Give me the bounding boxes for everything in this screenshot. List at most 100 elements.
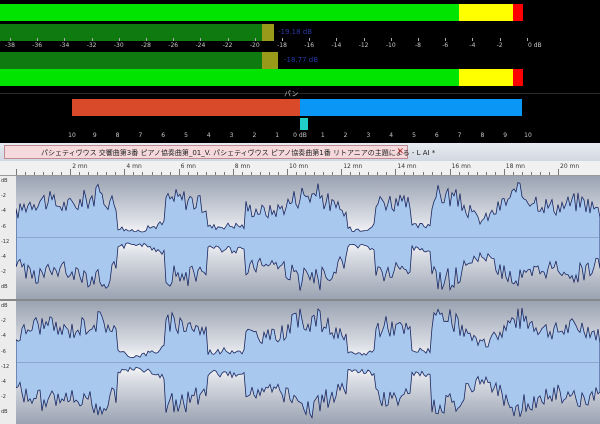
pan-tick-label: 3 <box>229 132 234 139</box>
pan-tick-label: 5 <box>184 132 188 139</box>
ruler-tick <box>25 172 27 175</box>
ruler-tick <box>440 172 442 175</box>
amplitude-label: -4 <box>1 254 6 260</box>
ruler-label: 20 mn <box>560 163 580 170</box>
level-tick-label: -14 <box>331 42 342 49</box>
pan-tick-label: 4 <box>206 132 211 139</box>
ruler-tick <box>359 172 361 175</box>
ruler-tick <box>241 172 243 175</box>
ruler-label: 6 mn <box>180 163 196 170</box>
pan-tick-label: 0 dB <box>293 132 307 139</box>
pan-tick-label: 10 <box>524 132 532 139</box>
ruler-tick <box>178 169 180 175</box>
ruler-tick <box>287 169 288 175</box>
pan-tick-label: 7 <box>138 132 143 139</box>
document-tab-bar: パシェティヴウス 交響曲第3番 ピアノ協奏曲第_01_V. パシェティヴウス ピ… <box>0 143 600 162</box>
right-channel-track[interactable]: dB -2 -4 -6 -12 -4 -2 dB <box>0 301 600 424</box>
ruler-label: 4 mn <box>126 163 142 170</box>
ruler-tick <box>422 172 424 175</box>
ruler-tick <box>413 172 415 175</box>
ruler-tick <box>196 172 198 175</box>
ruler-tick <box>214 172 216 175</box>
ruler-tick <box>476 172 478 175</box>
amplitude-label: dB <box>1 284 8 291</box>
right-level-peak-bar <box>0 69 459 86</box>
waveform-area[interactable]: dB -2 -4 -6 -12 -4 -2 dB dB -2 -4 -6 -12 -4 -2 dB <box>0 176 600 424</box>
level-meters-panel: -19.18 dB -38 -36 -34 -32 -30 -28 -26 -24 -22 -20… <box>0 0 600 143</box>
level-tick-label: -28 <box>141 42 151 49</box>
amplitude-label: -4 <box>1 333 6 340</box>
level-tick-mark <box>227 38 229 41</box>
ruler-tick <box>512 172 514 175</box>
ruler-label: 2 mn <box>72 163 88 170</box>
right-level-hold-indicator <box>262 52 278 69</box>
level-tick-mark <box>526 38 528 41</box>
level-tick-label: -26 <box>168 42 179 49</box>
level-tick-label: -4 <box>469 42 476 49</box>
pan-tick-label: 1 <box>320 132 325 139</box>
ruler-tick <box>323 172 325 175</box>
ruler-tick <box>151 172 153 175</box>
left-channel-track[interactable]: dB -2 -4 -6 -12 -4 -2 dB <box>0 176 600 299</box>
pan-tick-label: 8 <box>115 132 120 139</box>
waveform-shape <box>16 307 600 419</box>
level-tick-mark <box>254 38 256 41</box>
ruler-tick <box>458 172 460 175</box>
left-level-yellow-segment <box>459 4 513 21</box>
ruler-tick <box>449 169 451 175</box>
level-tick-mark <box>37 38 39 41</box>
level-tick-mark <box>363 38 365 41</box>
ruler-tick <box>404 172 406 175</box>
level-tick-mark <box>445 38 447 41</box>
ruler-label: 18 mn <box>505 163 525 170</box>
amplitude-label: -2 <box>1 193 6 200</box>
ruler-tick <box>494 172 496 175</box>
level-tick-label: -16 <box>304 42 315 49</box>
ruler-tick <box>296 172 298 175</box>
time-ruler[interactable]: 2 mn 4 mn 6 mn 8 mn 10 mn 12 mn 14 mn 16 mn 18 m… <box>0 161 600 176</box>
level-tick-label: -38 <box>5 42 15 49</box>
document-tab-title: パシェティヴウス 交響曲第3番 ピアノ協奏曲第_01_V. パシェティヴウス ピ… <box>41 149 436 157</box>
ruler-tick <box>88 172 90 175</box>
level-tick-mark <box>472 38 474 41</box>
pan-divider-line <box>0 93 600 94</box>
level-tick-label: -24 <box>195 42 206 49</box>
ruler-tick <box>539 172 541 175</box>
ruler-tick <box>530 172 532 175</box>
ruler-label: 10 mn <box>289 163 309 170</box>
ruler-tick <box>503 169 505 175</box>
right-level-red-segment <box>513 69 523 86</box>
level-tick-label: -6 <box>442 42 449 49</box>
level-tick-mark <box>309 38 311 41</box>
ruler-tick <box>97 172 99 175</box>
ruler-tick <box>341 169 343 175</box>
ruler-tick <box>485 172 487 175</box>
pan-tick-label: 10 <box>68 132 76 139</box>
pan-left-bar <box>72 99 300 116</box>
left-level-peak-bar <box>0 4 459 21</box>
level-tick-label: -18 <box>277 42 287 49</box>
ruler-tick <box>133 172 135 175</box>
right-db-readout: -18.77 dB <box>284 56 319 64</box>
ruler-tick <box>548 172 550 175</box>
left-level-red-segment <box>513 4 523 21</box>
amplitude-label: -4 <box>1 208 6 215</box>
ruler-tick <box>79 172 81 175</box>
ruler-tick <box>43 172 45 175</box>
level-tick-mark <box>418 38 419 41</box>
ruler-tick <box>169 172 171 175</box>
document-tab[interactable]: パシェティヴウス 交響曲第3番 ピアノ協奏曲第_01_V. パシェティヴウス ピ… <box>4 145 435 159</box>
ruler-tick <box>160 172 162 175</box>
level-tick-mark <box>390 38 392 41</box>
pan-tick-label: 8 <box>480 132 485 139</box>
close-icon[interactable]: ✕ <box>396 146 404 158</box>
pan-scale: 10 9 8 7 6 5 4 3 2 1 0 dB 1 2 3 4 5 6 7 8 9 10 <box>0 130 600 142</box>
ruler-tick <box>386 172 388 175</box>
amplitude-label: -2 <box>1 394 6 401</box>
amplitude-label: -12 <box>1 238 10 245</box>
ruler-label: 8 mn <box>234 163 251 170</box>
waveform-shape <box>16 181 600 292</box>
level-tick-label: -8 <box>415 42 421 49</box>
ruler-tick <box>305 172 307 175</box>
left-amplitude-axis: dB -2 -4 -6 -12 -4 -2 dB <box>0 176 17 299</box>
